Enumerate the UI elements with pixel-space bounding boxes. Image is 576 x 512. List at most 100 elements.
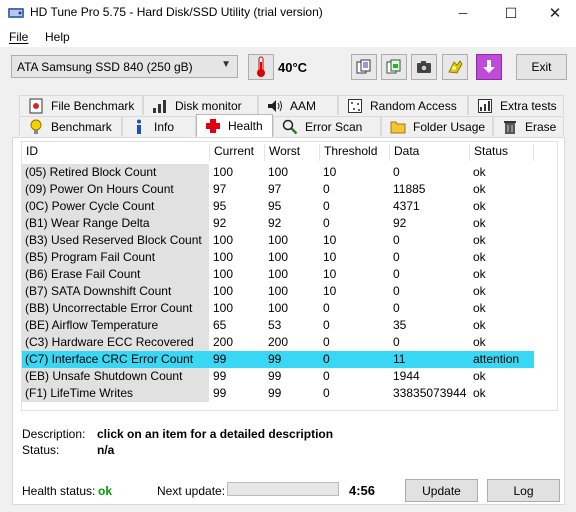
tab-error-scan-label: Error Scan bbox=[305, 119, 363, 134]
row-id-cell: (09) Power On Hours Count bbox=[22, 181, 209, 198]
table-row[interactable]: (0C) Power Cycle Count 95 95 0 4371 ok bbox=[22, 198, 534, 215]
row-id-cell: (BE) Airflow Temperature bbox=[22, 317, 209, 334]
row-data-cell: 0 bbox=[393, 233, 400, 247]
row-data-cell: 0 bbox=[393, 250, 400, 264]
row-current-cell: 100 bbox=[213, 301, 234, 315]
tab-aam[interactable]: AAM bbox=[258, 95, 338, 115]
next-update-label: Next update: bbox=[157, 484, 226, 498]
table-row[interactable]: (B6) Erase Fail Count 100 100 10 0 ok bbox=[22, 266, 534, 283]
column-header-threshold[interactable]: Threshold bbox=[320, 144, 390, 161]
row-status-cell: ok bbox=[473, 369, 486, 383]
close-button[interactable]: ✕ bbox=[532, 0, 576, 26]
table-row[interactable]: (09) Power On Hours Count 97 97 0 11885 ok bbox=[22, 181, 534, 198]
row-worst-cell: 99 bbox=[268, 369, 282, 383]
settings-icon bbox=[448, 60, 463, 74]
table-row[interactable]: (BE) Airflow Temperature 65 53 0 35 ok bbox=[22, 317, 534, 334]
screenshot-button[interactable] bbox=[411, 54, 437, 80]
row-current-cell: 100 bbox=[213, 165, 234, 179]
chevron-down-icon: ▼ bbox=[221, 59, 231, 70]
camera-icon bbox=[417, 61, 431, 73]
tab-folder-usage[interactable]: Folder Usage bbox=[381, 116, 493, 136]
row-id-cell: (C7) Interface CRC Error Count bbox=[22, 351, 209, 368]
tab-extra-tests[interactable]: Extra tests bbox=[468, 95, 564, 115]
tab-benchmark[interactable]: Benchmark bbox=[19, 116, 122, 136]
row-worst-cell: 99 bbox=[268, 352, 282, 366]
tab-aam-label: AAM bbox=[290, 98, 317, 113]
column-header-data[interactable]: Data bbox=[390, 144, 470, 161]
row-current-cell: 95 bbox=[213, 199, 227, 213]
table-row[interactable]: (B1) Wear Range Delta 92 92 0 92 ok bbox=[22, 215, 534, 232]
download-button[interactable] bbox=[476, 54, 502, 80]
row-status-cell: ok bbox=[473, 284, 486, 298]
row-threshold-cell: 10 bbox=[323, 267, 337, 281]
row-threshold-cell: 10 bbox=[323, 233, 337, 247]
row-worst-cell: 53 bbox=[268, 318, 282, 332]
temperature-button[interactable] bbox=[248, 54, 274, 80]
row-current-cell: 92 bbox=[213, 216, 227, 230]
table-row[interactable]: (EB) Unsafe Shutdown Count 99 99 0 1944 ok bbox=[22, 368, 534, 385]
tab-benchmark-label: Benchmark bbox=[51, 119, 112, 134]
row-threshold-cell: 0 bbox=[323, 386, 330, 400]
row-status-cell: ok bbox=[473, 386, 486, 400]
table-row[interactable]: (B7) SATA Downshift Count 100 100 10 0 ok bbox=[22, 283, 534, 300]
tab-random-access[interactable]: Random Access bbox=[338, 95, 468, 115]
table-row[interactable]: (B5) Program Fail Count 100 100 10 0 ok bbox=[22, 249, 534, 266]
tab-info[interactable]: Info bbox=[122, 116, 196, 136]
table-row[interactable]: (C7) Interface CRC Error Count 99 99 0 11 att… bbox=[22, 351, 534, 368]
column-header-current[interactable]: Current bbox=[210, 144, 265, 161]
minimize-button[interactable]: ─ bbox=[440, 0, 486, 26]
column-header-worst[interactable]: Worst bbox=[265, 144, 320, 161]
log-button[interactable]: Log bbox=[487, 479, 560, 502]
column-header-status[interactable]: Status bbox=[470, 144, 534, 161]
row-worst-cell: 99 bbox=[268, 386, 282, 400]
row-id-cell: (B1) Wear Range Delta bbox=[22, 215, 209, 232]
row-status-cell: ok bbox=[473, 335, 486, 349]
row-threshold-cell: 10 bbox=[323, 165, 337, 179]
table-row[interactable]: (05) Retired Block Count 100 100 10 0 ok bbox=[22, 164, 534, 181]
row-data-cell: 33835073944 bbox=[393, 386, 467, 400]
tab-health[interactable]: Health bbox=[196, 114, 273, 137]
exit-button[interactable]: Exit bbox=[516, 54, 567, 80]
row-worst-cell: 92 bbox=[268, 216, 282, 230]
drive-select[interactable]: ATA Samsung SSD 840 (250 gB) ▼ bbox=[11, 55, 238, 78]
table-row[interactable]: (C3) Hardware ECC Recovered 200 200 0 0 ok bbox=[22, 334, 534, 351]
column-header-id[interactable]: ID bbox=[22, 144, 210, 161]
speaker-icon bbox=[267, 98, 283, 114]
tab-error-scan[interactable]: Error Scan bbox=[273, 116, 381, 136]
row-status-cell: ok bbox=[473, 199, 486, 213]
row-data-cell: 4371 bbox=[393, 199, 420, 213]
row-current-cell: 99 bbox=[213, 369, 227, 383]
row-threshold-cell: 10 bbox=[323, 250, 337, 264]
copy-screenshot-button[interactable] bbox=[381, 54, 407, 80]
copy-info-button[interactable] bbox=[351, 54, 377, 80]
download-icon bbox=[483, 60, 495, 73]
tab-disk-monitor[interactable]: Disk monitor bbox=[143, 95, 258, 115]
info-icon bbox=[131, 119, 147, 135]
disk-monitor-icon bbox=[152, 98, 168, 114]
row-id-cell: (05) Retired Block Count bbox=[22, 164, 209, 181]
drive-select-value: ATA Samsung SSD 840 (250 gB) bbox=[17, 60, 193, 74]
countdown-value: 4:56 bbox=[349, 483, 376, 498]
row-id-cell: (B7) SATA Downshift Count bbox=[22, 283, 209, 300]
row-data-cell: 92 bbox=[393, 216, 407, 230]
row-current-cell: 99 bbox=[213, 352, 227, 366]
menu-help[interactable]: Help bbox=[45, 30, 70, 44]
row-id-cell: (0C) Power Cycle Count bbox=[22, 198, 209, 215]
row-data-cell: 1944 bbox=[393, 369, 420, 383]
table-row[interactable]: (B3) Used Reserved Block Count 100 100 10 0 o… bbox=[22, 232, 534, 249]
table-row[interactable]: (F1) LifeTime Writes 99 99 0 33835073944 ok bbox=[22, 385, 534, 402]
row-threshold-cell: 0 bbox=[323, 335, 330, 349]
row-current-cell: 100 bbox=[213, 250, 234, 264]
maximize-button[interactable]: ☐ bbox=[488, 0, 534, 26]
options-button[interactable] bbox=[442, 54, 468, 80]
hdtune-app-icon bbox=[8, 6, 24, 20]
menu-file[interactable]: File bbox=[9, 30, 28, 44]
row-current-cell: 65 bbox=[213, 318, 227, 332]
table-row[interactable]: (BB) Uncorrectable Error Count 100 100 0 0 ok bbox=[22, 300, 534, 317]
update-button[interactable]: Update bbox=[405, 479, 478, 502]
row-data-cell: 0 bbox=[393, 301, 400, 315]
tab-file-benchmark[interactable]: File Benchmark bbox=[19, 95, 143, 115]
health-status-label: Health status: bbox=[22, 484, 96, 498]
tab-erase[interactable]: Erase bbox=[493, 116, 564, 136]
lightbulb-icon bbox=[28, 119, 44, 135]
